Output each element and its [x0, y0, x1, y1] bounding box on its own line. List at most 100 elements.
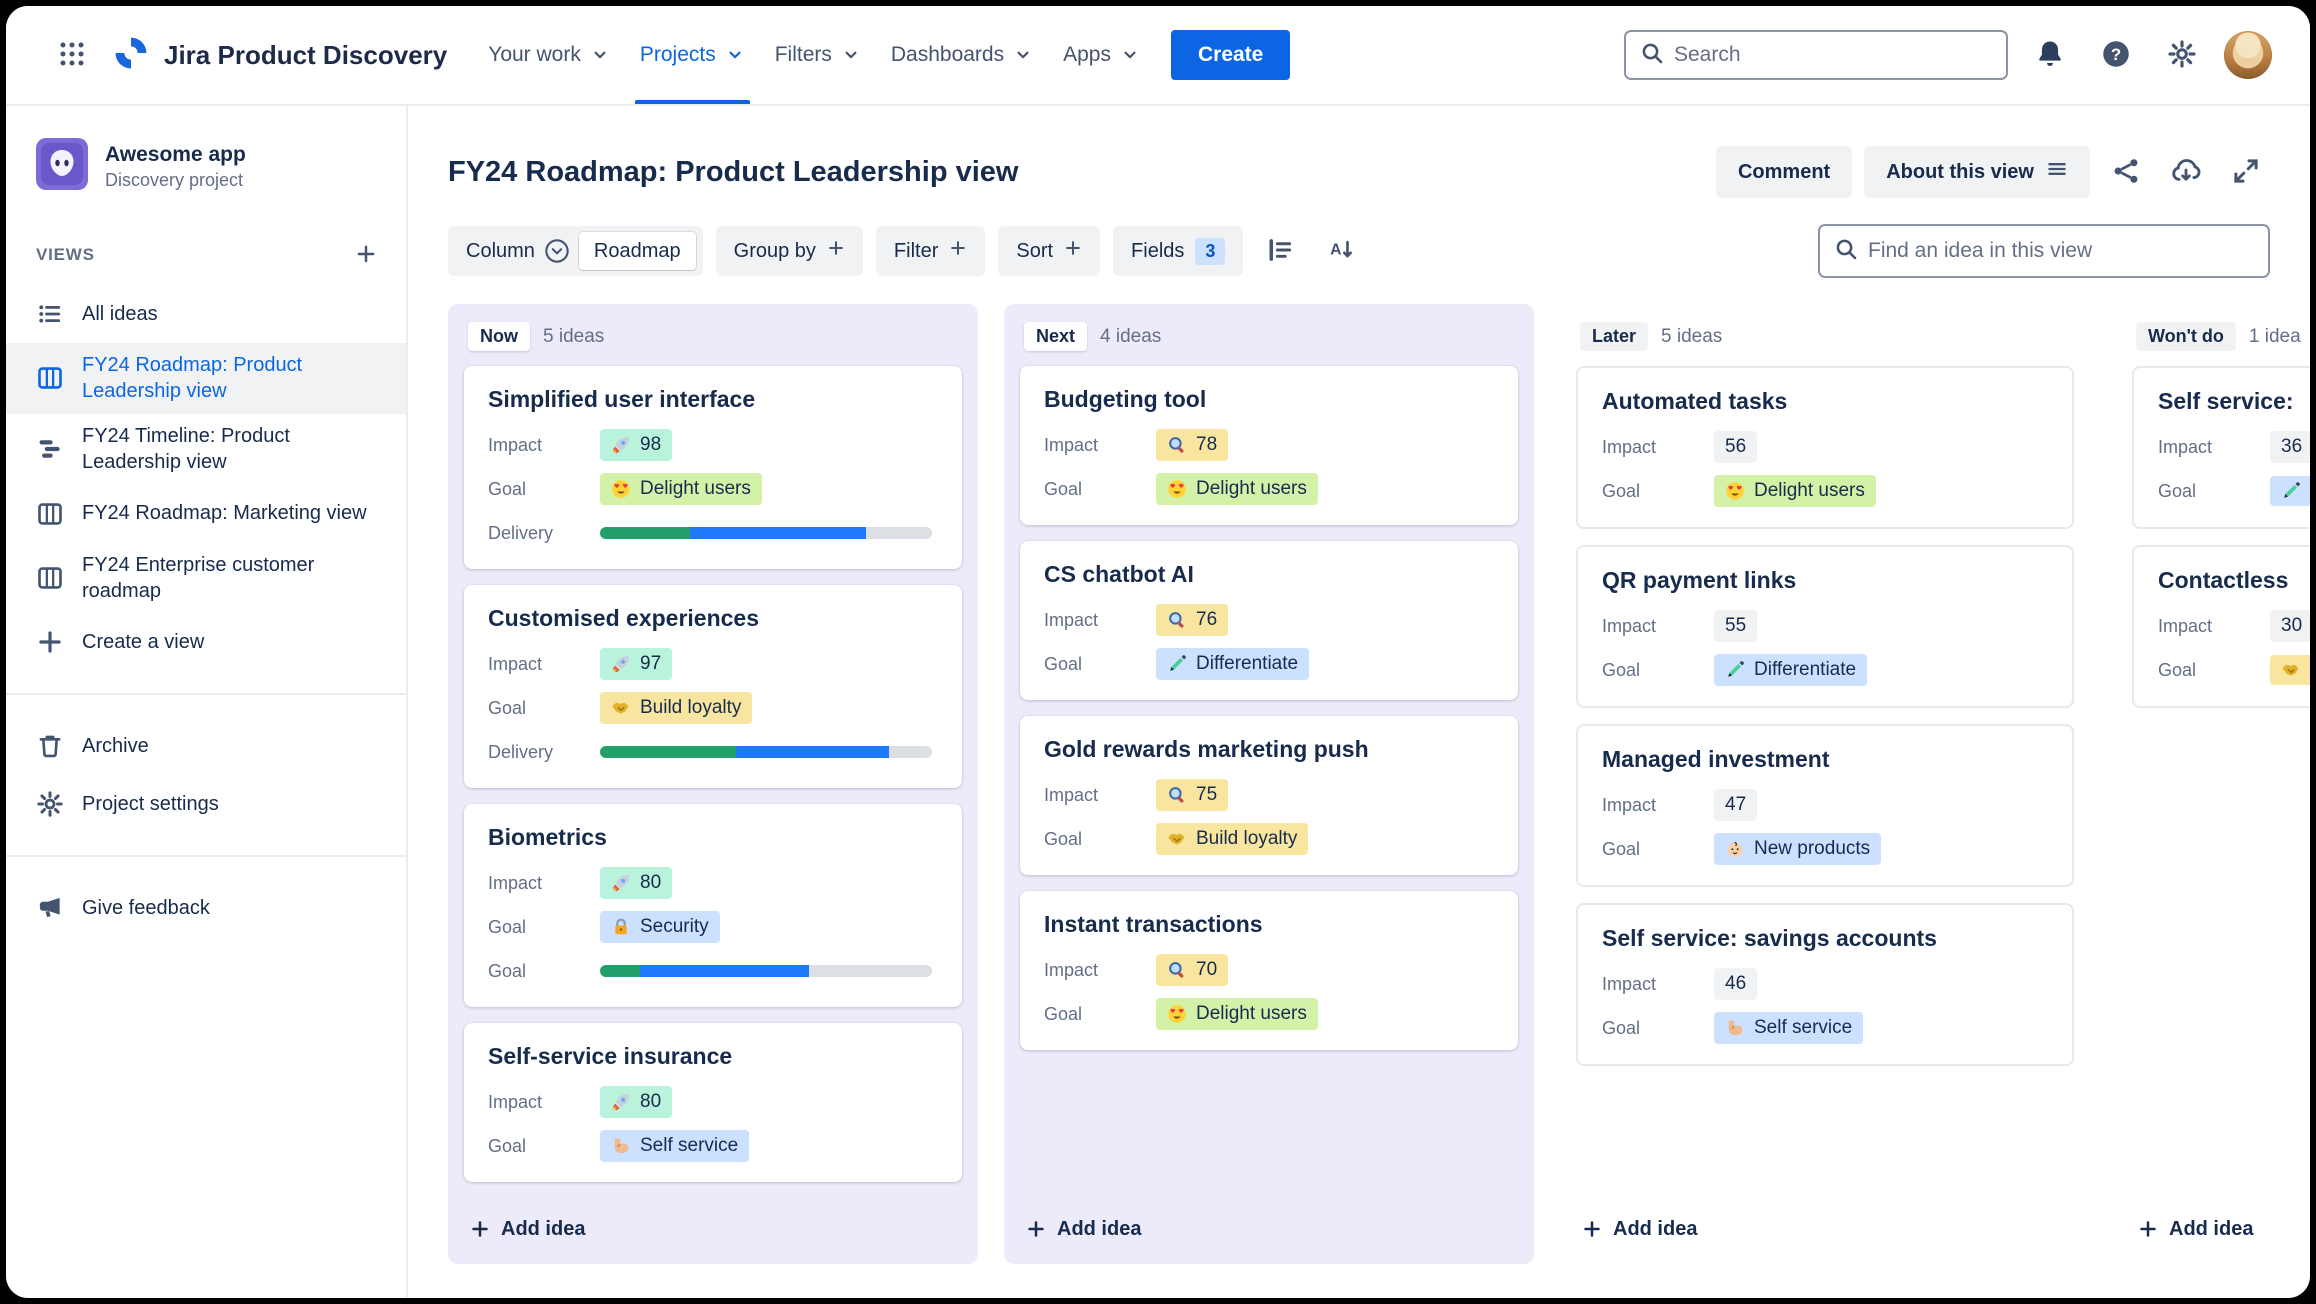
idea-card[interactable]: Self service: Impact 36 Goal: [2132, 366, 2310, 529]
column-header: Now 5 ideas: [448, 304, 978, 364]
goal-badge: New products: [1714, 833, 1882, 865]
add-view-button[interactable]: [348, 237, 384, 273]
idea-card[interactable]: CS chatbot AI Impact 76 Goal Differentiate: [1020, 541, 1518, 700]
idea-card[interactable]: QR payment links Impact 55 Goal Differentiat…: [1576, 545, 2074, 708]
add-idea-button[interactable]: Add idea: [470, 1218, 585, 1241]
filter-label: Filter: [893, 239, 939, 262]
find-idea-search: [1818, 224, 2270, 278]
field-label: Goal: [488, 960, 527, 981]
column-control[interactable]: Column Roadmap: [448, 226, 703, 276]
field-label: Goal: [1044, 478, 1083, 499]
nav-item-your-work[interactable]: Your work: [473, 6, 625, 104]
sidebar-item-fy24-roadmap-marketing[interactable]: FY24 Roadmap: Marketing view: [6, 485, 406, 543]
goal-badge: Delight users: [600, 473, 762, 505]
magnifier-icon: [1167, 610, 1187, 630]
sort-alpha-button[interactable]: A: [1317, 227, 1365, 275]
progress-segment: [865, 527, 932, 539]
help-button[interactable]: ?: [2092, 31, 2140, 79]
about-this-view-button[interactable]: About this view: [1864, 146, 2090, 198]
idea-card[interactable]: Gold rewards marketing push Impact 75 Goal B…: [1020, 716, 1518, 875]
views-section-header: VIEWS: [36, 237, 384, 273]
impact-badge: 98: [600, 429, 673, 461]
goal-badge: Differentiate: [1714, 654, 1868, 686]
nav-item-filters[interactable]: Filters: [760, 6, 876, 104]
add-idea-button[interactable]: Add idea: [1026, 1218, 1141, 1241]
field-label: Goal: [1602, 1017, 1641, 1038]
handshake-icon: [2281, 660, 2301, 680]
plus-icon: [1582, 1219, 1602, 1239]
field-label: Impact: [488, 1091, 543, 1112]
card-field-row: Delivery: [488, 511, 938, 555]
impact-badge: 70: [1156, 954, 1229, 986]
chevron-down-icon: [841, 45, 861, 65]
field-label: Impact: [1602, 973, 1657, 994]
add-idea-button[interactable]: Add idea: [1582, 1218, 1697, 1241]
sort-label: Sort: [1016, 239, 1054, 262]
sidebar-item-archive[interactable]: Archive: [6, 717, 406, 775]
create-button[interactable]: Create: [1170, 30, 1291, 80]
group-by-label: Group by: [733, 239, 816, 262]
filter-button[interactable]: Filter: [875, 226, 986, 276]
circle-chevron-icon: [544, 238, 570, 264]
plus-icon: [1064, 239, 1082, 263]
idea-card[interactable]: Customised experiences Impact 97 Goal Build …: [464, 585, 962, 788]
add-idea-button[interactable]: Add idea: [2138, 1218, 2253, 1241]
app-brand[interactable]: Jira Product Discovery: [112, 34, 447, 77]
idea-card[interactable]: Automated tasks Impact 56 Goal Delight users: [1576, 366, 2074, 529]
card-field-row: Goal: [488, 949, 938, 993]
nav-item-apps[interactable]: Apps: [1048, 6, 1155, 104]
fields-button[interactable]: Fields 3: [1113, 226, 1244, 276]
idea-card[interactable]: Self-service insurance Impact 80 Goal Self s…: [464, 1023, 962, 1182]
idea-card[interactable]: Budgeting tool Impact 78 Goal Delight users: [1020, 366, 1518, 525]
field-label: Impact: [1602, 794, 1657, 815]
app-switcher-button[interactable]: [48, 31, 96, 79]
rocket-icon: [611, 435, 631, 455]
sidebar-item-fy24-timeline-product-leadership[interactable]: FY24 Timeline: Product Leadership view: [6, 414, 406, 485]
global-search-input[interactable]: [1674, 43, 1992, 67]
notifications-button[interactable]: [2026, 31, 2074, 79]
sidebar-item-all-ideas[interactable]: All ideas: [6, 285, 406, 343]
sidebar-item-fy24-roadmap-product-leadership[interactable]: FY24 Roadmap: Product Leadership view: [6, 343, 406, 414]
impact-badge: 56: [1714, 431, 1758, 463]
idea-card[interactable]: Simplified user interface Impact 98 Goal Del…: [464, 366, 962, 569]
sidebar-item-fy24-enterprise-customer-roadmap[interactable]: FY24 Enterprise customer roadmap: [6, 543, 406, 614]
impact-badge: 80: [600, 867, 673, 899]
idea-card[interactable]: Managed investment Impact 47 Goal New produc…: [1576, 724, 2074, 887]
view-settings-button[interactable]: [1256, 227, 1304, 275]
field-label: Goal: [488, 1135, 527, 1156]
sidebar-item-give-feedback[interactable]: Give feedback: [6, 879, 406, 937]
idea-card[interactable]: Self service: savings accounts Impact 46 Go…: [1576, 903, 2074, 1066]
view-toolbar: Column Roadmap Group by Filter Sort Fiel…: [448, 224, 2270, 278]
sidebar-item-create-a-view[interactable]: Create a view: [6, 613, 406, 671]
progress-segment: [888, 746, 932, 758]
idea-card[interactable]: Biometrics Impact 80 Goal Security Goal: [464, 804, 962, 1007]
comment-button[interactable]: Comment: [1715, 146, 1853, 198]
sidebar-item-project-settings[interactable]: Project settings: [6, 775, 406, 833]
nav-item-projects[interactable]: Projects: [625, 6, 760, 104]
user-avatar[interactable]: [2224, 31, 2272, 79]
add-idea-label: Add idea: [1613, 1217, 1698, 1240]
share-button[interactable]: [2102, 148, 2150, 196]
publish-button[interactable]: [2162, 148, 2210, 196]
impact-badge: 47: [1714, 789, 1758, 821]
badge-value: 56: [1725, 436, 1747, 457]
add-idea-label: Add idea: [501, 1217, 586, 1240]
sort-button[interactable]: Sort: [998, 226, 1101, 276]
find-idea-input[interactable]: [1868, 239, 2254, 263]
main-layout: Awesome app Discovery project VIEWS All …: [6, 106, 2310, 1298]
heart-eyes-icon: [1167, 1004, 1187, 1024]
group-by-button[interactable]: Group by: [715, 226, 863, 276]
project-header: Awesome app Discovery project: [6, 138, 406, 195]
rocket-icon: [611, 1092, 631, 1112]
idea-card-title: Simplified user interface: [488, 386, 756, 412]
magnifier-icon: [1167, 960, 1187, 980]
nav-item-dashboards[interactable]: Dashboards: [876, 6, 1048, 104]
fullscreen-button[interactable]: [2222, 148, 2270, 196]
sidebar-item-label: Create a view: [82, 631, 205, 654]
idea-card[interactable]: Contactless Impact 30 Goal: [2132, 545, 2310, 708]
goal-badge: Self service: [1714, 1012, 1864, 1044]
settings-button[interactable]: [2158, 31, 2206, 79]
goal-badge: Build loyalty: [1156, 823, 1309, 855]
card-field-row: Goal New products: [1602, 827, 2048, 871]
idea-card[interactable]: Instant transactions Impact 70 Goal Delight …: [1020, 891, 1518, 1050]
